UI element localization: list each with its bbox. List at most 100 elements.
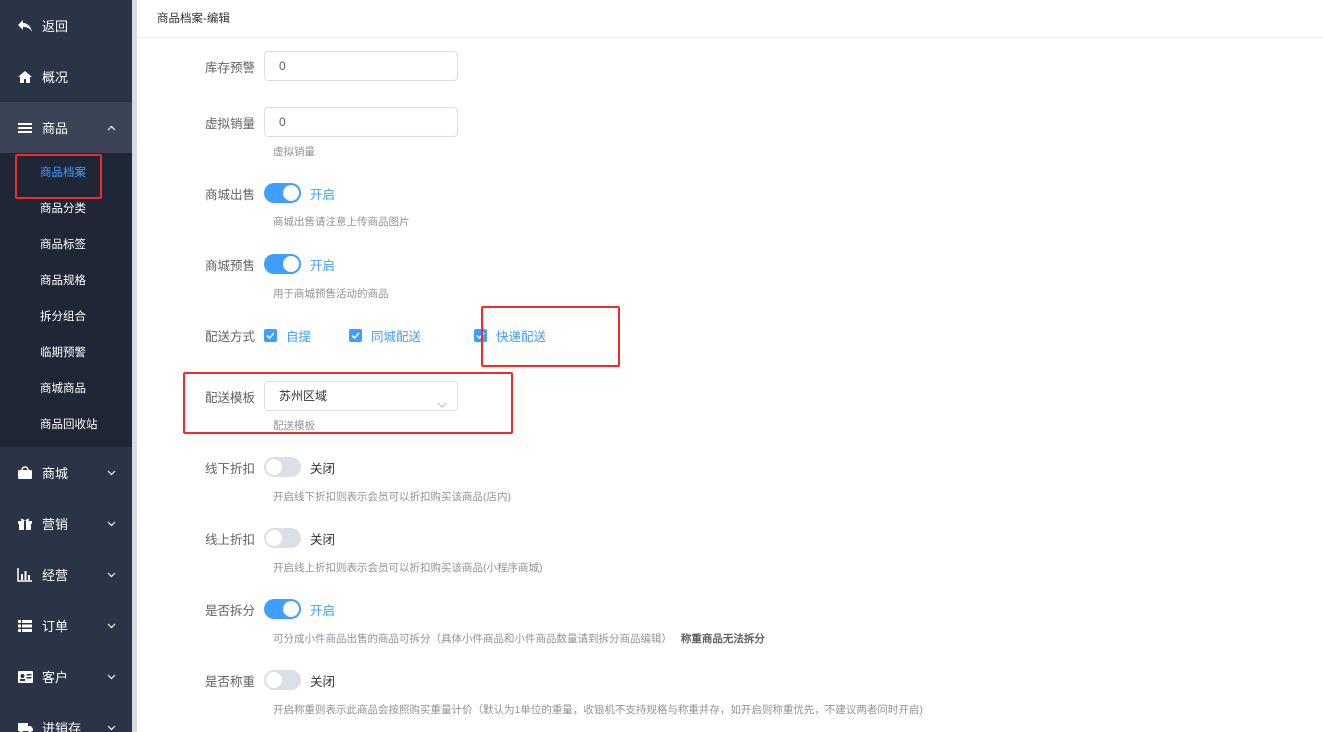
nav-overview[interactable]: 概况 xyxy=(0,51,132,102)
form-row-mall-sale: 商城出售 开启 xyxy=(137,183,335,203)
split-switch[interactable] xyxy=(264,599,301,619)
sub-item-goods-tags[interactable]: 商品标签 xyxy=(0,227,132,263)
shopping-bag-icon xyxy=(16,464,34,482)
sub-item-mall-goods[interactable]: 商城商品 xyxy=(0,371,132,407)
delivery-template-value: 苏州区域 xyxy=(279,389,328,403)
form-row-weigh: 是否称重 关闭 xyxy=(137,670,335,690)
offline-discount-help: 开启线下折扣则表示会员可以折扣购买该商品(店内) xyxy=(273,491,511,503)
checkbox-checked-icon xyxy=(474,329,488,342)
delivery-option-pickup-label: 自提 xyxy=(286,330,312,344)
gift-icon xyxy=(16,515,34,533)
delivery-option-local-label: 同城配送 xyxy=(371,330,422,344)
form-row-split: 是否拆分 开启 xyxy=(137,599,335,619)
form-row-virtual-sales: 虚拟销量 0 xyxy=(137,107,458,137)
nav-inventory[interactable]: 进销存 xyxy=(0,702,132,732)
split-help: 可分成小件商品出售的商品可拆分（具体小件商品和小件商品数量请到拆分商品编辑） 称… xyxy=(273,631,765,646)
stock-warning-label: 库存预警 xyxy=(204,60,255,75)
mall-sale-state: 开启 xyxy=(310,187,336,202)
nav-mall[interactable]: 商城 xyxy=(0,447,132,498)
nav-customers[interactable]: 客户 xyxy=(0,651,132,702)
mall-presale-state: 开启 xyxy=(310,258,336,273)
list-icon xyxy=(16,617,34,635)
weigh-help: 开启称重则表示此商品会按照购买重量计价（默认为1单位的重量，收银机不支持规格与称… xyxy=(273,704,923,716)
delivery-template-label: 配送模板 xyxy=(204,390,255,405)
chevron-down-icon xyxy=(106,570,116,580)
nav-marketing[interactable]: 营销 xyxy=(0,498,132,549)
delivery-template-help: 配送模板 xyxy=(273,420,315,432)
offline-discount-label: 线下折扣 xyxy=(204,461,255,476)
form-row-delivery-template: 配送模板 苏州区域 xyxy=(137,381,458,411)
mall-sale-label: 商城出售 xyxy=(204,187,255,202)
nav-goods[interactable]: 商品 xyxy=(0,102,132,153)
delivery-option-pickup[interactable]: 自提 xyxy=(264,326,311,345)
nav-customers-label: 客户 xyxy=(42,670,69,685)
split-state: 开启 xyxy=(310,603,336,618)
chevron-down-icon xyxy=(106,723,116,732)
id-card-icon xyxy=(16,668,34,686)
nav-operation[interactable]: 经营 xyxy=(0,549,132,600)
nav-mall-label: 商城 xyxy=(42,466,69,481)
nav-back-label: 返回 xyxy=(42,19,69,34)
mall-presale-help: 用于商城预售活动的商品 xyxy=(273,288,389,300)
weigh-label: 是否称重 xyxy=(204,674,255,689)
delivery-option-express-label: 快递配送 xyxy=(496,330,547,344)
online-discount-switch[interactable] xyxy=(264,528,301,548)
offline-discount-switch[interactable] xyxy=(264,457,301,477)
main-content: 商品档案-编辑 库存预警 0 虚拟销量 0 虚拟销量 商城出售 开启 商城出售请… xyxy=(137,0,1323,732)
menu-bars-icon xyxy=(16,119,34,137)
delivery-option-local[interactable]: 同城配送 xyxy=(349,326,421,345)
sub-item-recycle-bin[interactable]: 商品回收站 xyxy=(0,407,132,443)
delivery-label: 配送方式 xyxy=(204,330,255,344)
form-row-delivery: 配送方式 自提 同城配送 快递配送 xyxy=(137,326,546,345)
mall-sale-help: 商城出售请注意上传商品图片 xyxy=(273,216,410,228)
chevron-down-icon xyxy=(106,519,116,529)
nav-inventory-label: 进销存 xyxy=(42,721,82,732)
chevron-up-icon xyxy=(106,123,116,133)
checkbox-checked-icon xyxy=(264,329,277,342)
goods-submenu: 商品档案 商品分类 商品标签 商品规格 拆分组合 临期预警 商城商品 商品回收站 xyxy=(0,153,132,447)
form-row-stock-warning: 库存预警 0 xyxy=(137,51,458,81)
weigh-switch[interactable] xyxy=(264,670,301,690)
stock-warning-input[interactable]: 0 xyxy=(264,51,458,81)
weigh-state: 关闭 xyxy=(310,674,336,689)
split-help-text: 可分成小件商品出售的商品可拆分（具体小件商品和小件商品数量请到拆分商品编辑） xyxy=(273,633,672,645)
sidebar: 返回 概况 商品 商品档案 商品分类 商品标签 商品规格 拆分组合 临期预警 商… xyxy=(0,0,132,732)
sub-item-expiry-warning[interactable]: 临期预警 xyxy=(0,335,132,371)
chevron-down-icon xyxy=(437,391,447,408)
online-discount-state: 关闭 xyxy=(310,532,336,547)
nav-marketing-label: 营销 xyxy=(42,517,69,532)
virtual-sales-help: 虚拟销量 xyxy=(273,146,315,158)
mall-sale-switch[interactable] xyxy=(264,183,301,203)
back-arrow-icon xyxy=(16,17,34,35)
nav-goods-label: 商品 xyxy=(42,121,69,136)
nav-back[interactable]: 返回 xyxy=(0,0,132,51)
nav-orders[interactable]: 订单 xyxy=(0,600,132,651)
virtual-sales-label: 虚拟销量 xyxy=(204,116,255,131)
split-label: 是否拆分 xyxy=(204,603,255,618)
sub-item-goods-spec[interactable]: 商品规格 xyxy=(0,263,132,299)
checkbox-checked-icon xyxy=(349,329,363,342)
bar-chart-icon xyxy=(16,566,34,584)
delivery-template-select[interactable]: 苏州区域 xyxy=(264,381,458,411)
sub-item-split-combo[interactable]: 拆分组合 xyxy=(0,299,132,335)
truck-icon xyxy=(16,719,34,732)
sub-item-goods-category[interactable]: 商品分类 xyxy=(0,191,132,227)
form-row-offline-discount: 线下折扣 关闭 xyxy=(137,457,335,477)
sub-item-goods-archive[interactable]: 商品档案 xyxy=(0,155,132,191)
mall-presale-switch[interactable] xyxy=(264,254,301,274)
mall-presale-label: 商城预售 xyxy=(204,258,255,273)
nav-orders-label: 订单 xyxy=(42,619,69,634)
chevron-down-icon xyxy=(106,672,116,682)
form-row-mall-presale: 商城预售 开启 xyxy=(137,254,335,274)
virtual-sales-input[interactable]: 0 xyxy=(264,107,458,137)
online-discount-label: 线上折扣 xyxy=(204,532,255,547)
split-help-bold: 称重商品无法拆分 xyxy=(680,633,765,645)
form-row-online-discount: 线上折扣 关闭 xyxy=(137,528,335,548)
breadcrumb: 商品档案-编辑 xyxy=(137,0,1323,38)
chevron-down-icon xyxy=(106,621,116,631)
offline-discount-state: 关闭 xyxy=(310,461,336,476)
online-discount-help: 开启线上折扣则表示会员可以折扣购买该商品(小程序商城) xyxy=(273,562,543,574)
chevron-down-icon xyxy=(106,468,116,478)
nav-operation-label: 经营 xyxy=(42,568,69,583)
delivery-option-express[interactable]: 快递配送 xyxy=(474,326,546,345)
